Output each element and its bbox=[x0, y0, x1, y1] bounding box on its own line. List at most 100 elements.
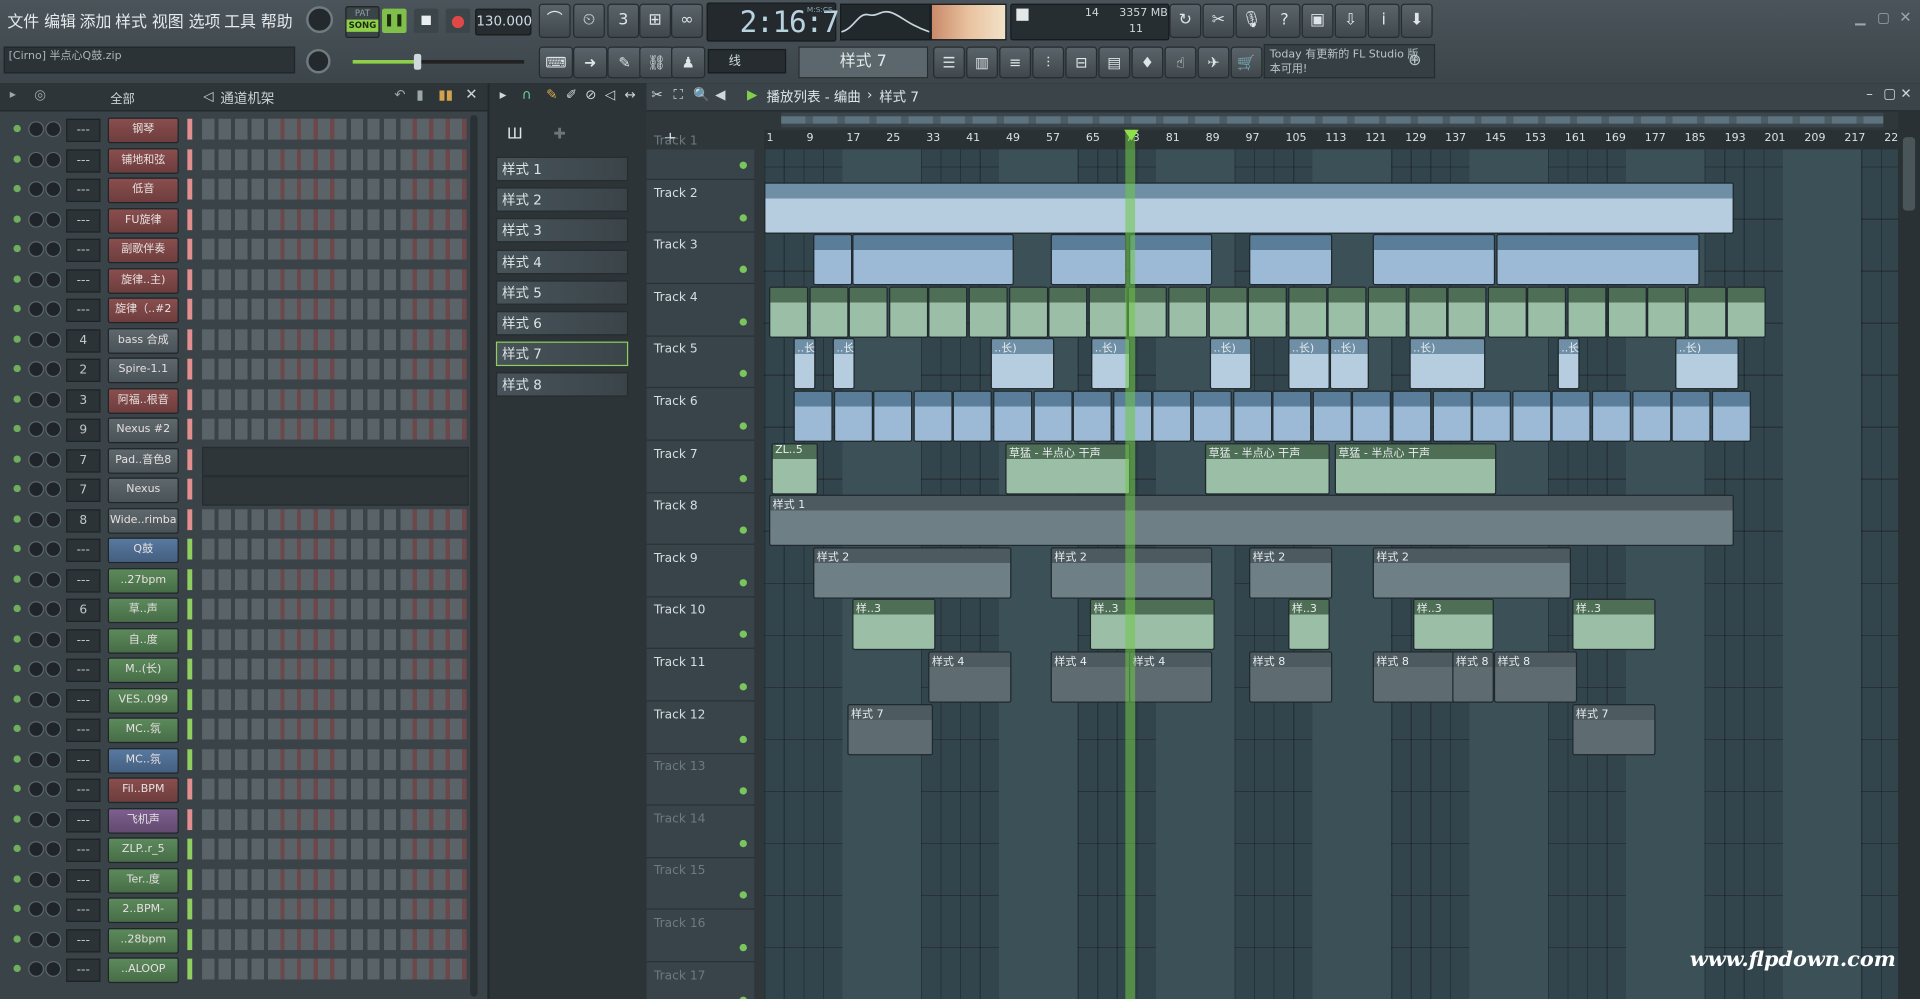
channel-row[interactable]: 7 Pad..音色8 bbox=[6, 445, 471, 476]
playlist-clip[interactable] bbox=[1727, 286, 1767, 338]
channel-mixer-track[interactable]: 7 bbox=[66, 448, 101, 472]
step-sequencer[interactable] bbox=[202, 628, 467, 650]
undo-history-button[interactable]: ↻ bbox=[1169, 3, 1202, 38]
step-sequencer[interactable] bbox=[202, 718, 467, 740]
playlist-clip[interactable]: ZL..5 bbox=[771, 442, 818, 495]
track-enable-icon[interactable] bbox=[739, 422, 747, 430]
playlist-clip[interactable] bbox=[1631, 390, 1671, 442]
playlist-button[interactable]: ⌨ bbox=[538, 46, 574, 79]
channel-mixer-track[interactable]: --- bbox=[66, 688, 101, 712]
shop-button[interactable]: 🛒 bbox=[1230, 46, 1263, 79]
playlist-clip[interactable]: 样式 4 bbox=[1050, 651, 1134, 703]
playlist-clip[interactable] bbox=[1352, 390, 1392, 442]
channel-volume-knob[interactable] bbox=[45, 361, 62, 378]
step-sequencer[interactable] bbox=[202, 808, 467, 830]
channel-select-indicator[interactable] bbox=[187, 448, 193, 470]
channel-name-button[interactable]: ..ALOOP bbox=[107, 957, 179, 984]
piano-roll-button[interactable]: ▥ bbox=[966, 46, 998, 79]
menu-edit[interactable]: 编辑 bbox=[44, 9, 76, 31]
channel-name-button[interactable]: 自..度 bbox=[107, 627, 179, 654]
channel-enable-icon[interactable] bbox=[13, 784, 21, 793]
playlist-clip[interactable] bbox=[1711, 390, 1751, 442]
track-enable-icon[interactable] bbox=[739, 578, 747, 587]
playlist-clip[interactable] bbox=[764, 181, 1734, 234]
channel-mixer-track[interactable]: --- bbox=[66, 268, 101, 292]
playlist-clip[interactable]: 样..3 bbox=[1288, 599, 1330, 651]
channel-row[interactable]: --- 旋律..主) bbox=[6, 265, 471, 294]
playlist-clip[interactable]: 样式 4 bbox=[1128, 651, 1213, 703]
pattern-item[interactable]: 样式 4 bbox=[495, 249, 629, 274]
channel-volume-knob[interactable] bbox=[45, 841, 62, 858]
playlist-window-button[interactable]: ☰ bbox=[933, 46, 965, 79]
channel-mixer-track[interactable]: --- bbox=[66, 208, 101, 233]
track-header[interactable]: Track 4 bbox=[646, 284, 755, 337]
channel-row[interactable]: --- ..27bpm bbox=[6, 565, 471, 594]
playlist-clip[interactable] bbox=[1247, 286, 1288, 338]
playlist-clip[interactable] bbox=[848, 286, 888, 338]
playlist-clip[interactable] bbox=[1407, 286, 1447, 338]
step-sequencer[interactable] bbox=[202, 388, 467, 410]
channel-pan-knob[interactable] bbox=[28, 871, 45, 888]
channel-pan-knob[interactable] bbox=[28, 901, 45, 918]
playlist-clip[interactable] bbox=[968, 286, 1008, 338]
channel-enable-icon[interactable] bbox=[13, 874, 21, 883]
channel-select-indicator[interactable] bbox=[187, 658, 193, 680]
pattern-item[interactable]: 样式 1 bbox=[495, 156, 629, 182]
channel-row[interactable]: 4 bass 合成 bbox=[6, 325, 471, 354]
playlist-clip[interactable]: ..长) bbox=[1329, 338, 1369, 390]
playlist-clip[interactable]: ..长) bbox=[1675, 338, 1739, 390]
channel-row[interactable]: --- 2..BPM- bbox=[6, 895, 471, 924]
song-mode-toggle[interactable]: PAT SONG bbox=[345, 6, 380, 38]
channel-volume-knob[interactable] bbox=[45, 661, 62, 678]
globe-icon[interactable]: ⊕ bbox=[1408, 51, 1421, 69]
step-sequencer[interactable] bbox=[202, 508, 467, 530]
step-sequencer[interactable] bbox=[202, 568, 467, 590]
track-enable-icon[interactable] bbox=[739, 474, 747, 482]
channel-enable-icon[interactable] bbox=[13, 364, 21, 373]
channel-name-button[interactable]: 旋律..主) bbox=[107, 267, 179, 294]
track-enable-icon[interactable] bbox=[739, 787, 747, 795]
playlist-clip[interactable] bbox=[1367, 286, 1407, 338]
timeline-ruler[interactable]: 1917253341495765738189971051131211291371… bbox=[764, 129, 1905, 150]
overview-scrollbar[interactable] bbox=[781, 112, 1884, 128]
step-sequencer[interactable] bbox=[202, 868, 467, 890]
channel-enable-icon[interactable] bbox=[13, 274, 21, 283]
channel-enable-icon[interactable] bbox=[13, 154, 21, 163]
playlist-clip[interactable]: 样式 1 bbox=[768, 494, 1734, 547]
track-header[interactable]: Track 14 bbox=[646, 805, 755, 858]
step-sequencer[interactable] bbox=[202, 538, 467, 560]
tool-arrow-icon[interactable]: ▸ bbox=[500, 87, 507, 103]
step-sequencer[interactable] bbox=[202, 898, 467, 920]
playhead-marker-icon[interactable] bbox=[1124, 129, 1139, 141]
channel-name-button[interactable]: 飞机声 bbox=[107, 807, 179, 834]
playlist-clip[interactable] bbox=[1671, 390, 1711, 442]
playlist-clip[interactable]: 样式 8 bbox=[1493, 651, 1578, 703]
channel-name-button[interactable]: Nexus bbox=[107, 477, 179, 504]
track-enable-icon[interactable] bbox=[739, 161, 747, 169]
playlist-clip[interactable]: 样..3 bbox=[852, 599, 936, 651]
channel-name-button[interactable]: ..27bpm bbox=[107, 567, 179, 594]
channel-mixer-track[interactable]: --- bbox=[66, 568, 101, 592]
channel-volume-knob[interactable] bbox=[45, 271, 62, 288]
playlist-clip[interactable]: ..长) bbox=[1209, 338, 1252, 390]
playhead[interactable] bbox=[1125, 129, 1136, 999]
pattern-item[interactable]: 样式 8 bbox=[495, 372, 629, 398]
playlist-clip[interactable] bbox=[1591, 390, 1632, 442]
tempo-display[interactable]: 130.000 bbox=[475, 8, 532, 36]
mini-piano-roll[interactable] bbox=[202, 446, 469, 476]
playlist-clip[interactable] bbox=[793, 390, 833, 442]
track-header[interactable]: Track 3 bbox=[646, 232, 755, 285]
step-sequencer[interactable] bbox=[202, 178, 467, 200]
channel-mixer-track[interactable]: 6 bbox=[66, 598, 101, 622]
channel-select-indicator[interactable] bbox=[187, 568, 193, 590]
track-enable-icon[interactable] bbox=[739, 265, 747, 274]
channel-select-indicator[interactable] bbox=[187, 478, 193, 500]
channel-enable-icon[interactable] bbox=[13, 604, 21, 613]
mixer-button[interactable]: ⫶ bbox=[1032, 46, 1065, 79]
window-close-icon[interactable]: ✕ bbox=[1899, 9, 1911, 26]
channel-name-button[interactable]: 阿福..根音 bbox=[107, 387, 179, 414]
playlist-clip[interactable] bbox=[1048, 286, 1088, 338]
channel-name-button[interactable]: M..(长) bbox=[107, 657, 179, 684]
mini-piano-roll[interactable] bbox=[202, 476, 469, 506]
channel-enable-icon[interactable] bbox=[13, 214, 21, 223]
